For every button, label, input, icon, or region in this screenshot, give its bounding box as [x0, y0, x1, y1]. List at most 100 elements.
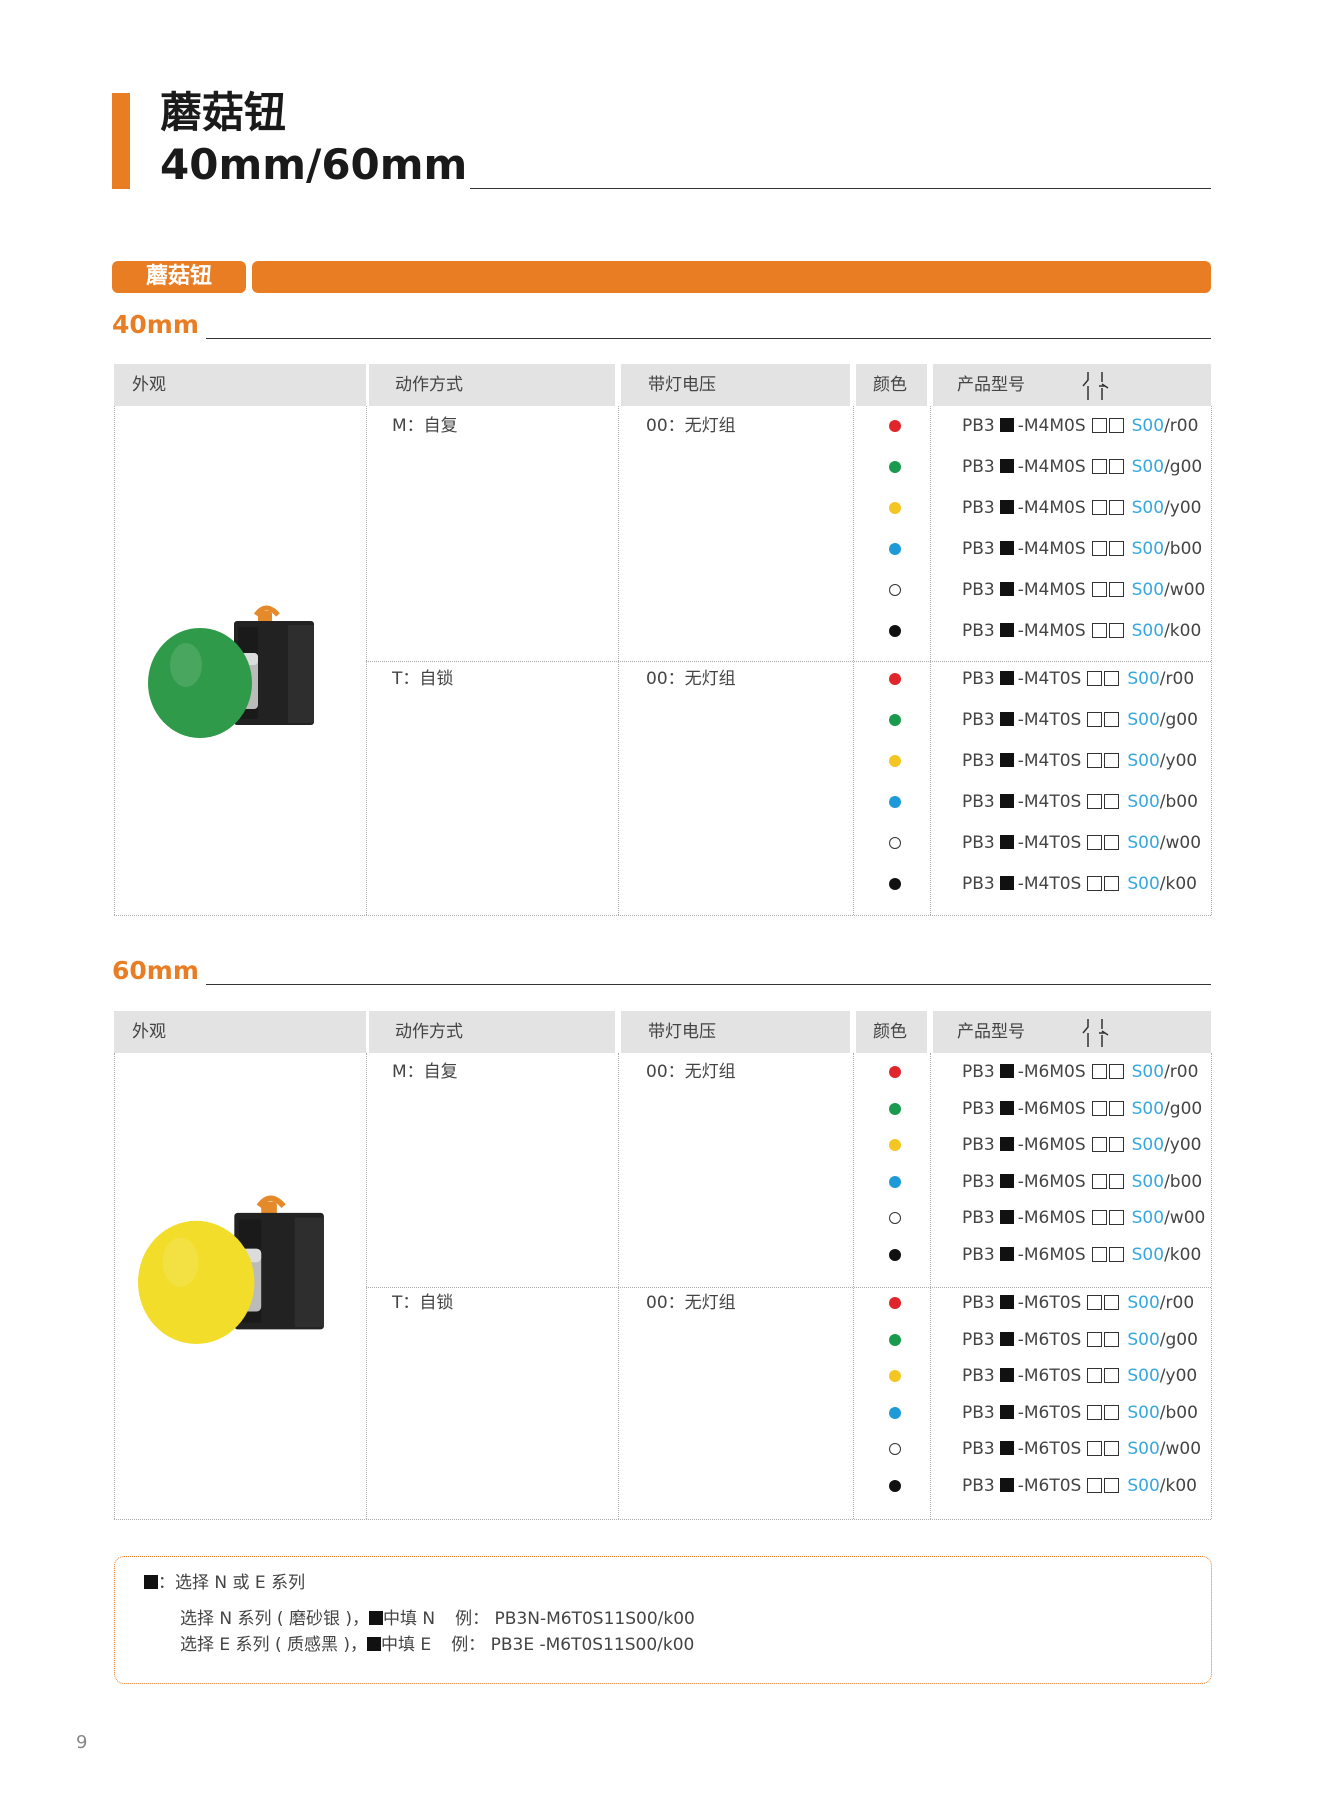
model-color-code: /w00 — [1164, 580, 1206, 600]
note-line-1: ：选择 N 或 E 系列 — [144, 1571, 305, 1595]
contact-placeholder-icon — [1087, 1331, 1103, 1347]
color-dot-yellow — [889, 502, 901, 514]
model-suffix: S00 — [1131, 1135, 1165, 1156]
contact-placeholder-icon — [1091, 541, 1107, 556]
model-prefix: PB3 — [962, 669, 995, 689]
contact-placeholder-icon — [1108, 1064, 1124, 1079]
section-banner-bar — [252, 261, 1211, 293]
contact-placeholder-icon — [1087, 876, 1103, 891]
model-prefix: PB3 — [962, 874, 995, 894]
table-header-action: 动作方式 — [369, 1011, 615, 1053]
product-model-number: PB3 -M6M0S S00/w00 — [962, 1206, 1205, 1230]
model-suffix: S00 — [1131, 498, 1165, 518]
model-color-code: /w00 — [1159, 833, 1202, 853]
page-number: 9 — [76, 1732, 88, 1753]
model-color-code: /y00 — [1164, 498, 1202, 518]
model-prefix: PB3 — [962, 1439, 995, 1460]
action-mode: T：自锁 — [392, 1293, 454, 1313]
model-color-code: /r00 — [1164, 1062, 1199, 1082]
contact-placeholder-icon — [1104, 1478, 1120, 1493]
product-model-number: PB3 -M4T0S S00/b00 — [962, 790, 1198, 814]
model-code: -M4M0S — [1017, 457, 1086, 477]
model-suffix: S00 — [1127, 1366, 1160, 1387]
action-mode: M：自复 — [392, 416, 458, 436]
product-model-number: PB3 -M6M0S S00/y00 — [962, 1133, 1202, 1157]
table-column-separator — [618, 1053, 619, 1519]
product-model-number: PB3 -M4M0S S00/w00 — [962, 578, 1205, 602]
page-title: 蘑菇钮 — [160, 88, 287, 137]
color-dot-white — [889, 584, 901, 596]
model-color-code: /b00 — [1159, 792, 1198, 812]
series-placeholder-icon — [999, 794, 1014, 808]
lamp-voltage: 00：无灯组 — [646, 416, 736, 436]
product-image — [138, 595, 338, 765]
model-color-code: /b00 — [1164, 539, 1203, 559]
series-placeholder-icon — [999, 418, 1014, 432]
model-code: -M6M0S — [1017, 1098, 1086, 1119]
table-header-appearance: 外观 — [114, 364, 366, 406]
contact-placeholder-icon — [1091, 500, 1107, 515]
size-subtitle: 40mm — [112, 310, 199, 339]
model-prefix: PB3 — [962, 1245, 995, 1265]
color-dot-black — [889, 625, 901, 637]
series-placeholder-icon — [999, 582, 1014, 596]
table-column-separator — [1211, 406, 1212, 915]
contact-placeholder-icon — [1087, 712, 1103, 727]
model-prefix: PB3 — [962, 621, 995, 641]
table-header-color: 颜色 — [856, 364, 927, 406]
model-suffix: S00 — [1131, 1245, 1165, 1265]
model-code: -M6T0S — [1017, 1293, 1082, 1313]
model-prefix: PB3 — [962, 751, 995, 771]
contact-placeholder-icon — [1087, 1295, 1103, 1310]
model-prefix: PB3 — [962, 1329, 995, 1350]
table-header-label: 产品型号 — [957, 1022, 1025, 1042]
product-model-number: PB3 -M4M0S S00/b00 — [962, 537, 1202, 561]
model-prefix: PB3 — [962, 498, 995, 518]
table-column-separator — [930, 1053, 931, 1519]
series-placeholder-icon — [999, 753, 1014, 767]
series-placeholder-icon — [999, 1100, 1014, 1115]
series-placeholder-icon — [999, 500, 1014, 514]
note-line-3: 选择 E 系列 ( 质感黑 )， 中填 E 例： PB3E -M6T0S11S00/… — [180, 1635, 695, 1655]
color-dot-black — [889, 878, 901, 890]
model-code: -M6M0S — [1017, 1171, 1086, 1192]
color-dot-black — [889, 1249, 901, 1261]
model-suffix: S00 — [1127, 792, 1160, 812]
contact-placeholder-icon — [1108, 1173, 1124, 1189]
model-suffix: S00 — [1131, 621, 1165, 641]
model-code: -M6M0S — [1017, 1062, 1086, 1082]
color-dot-red — [889, 1297, 901, 1309]
contact-placeholder-icon — [1104, 835, 1120, 850]
contact-placeholder-icon — [1108, 1247, 1124, 1262]
series-placeholder-icon — [999, 876, 1014, 890]
model-code: -M6T0S — [1017, 1439, 1082, 1460]
contact-placeholder-icon — [1108, 1100, 1124, 1116]
contact-placeholder-icon — [1108, 1137, 1124, 1153]
model-code: -M6M0S — [1017, 1208, 1086, 1229]
table-header-label: 动作方式 — [395, 375, 463, 395]
model-code: -M6T0S — [1017, 1329, 1082, 1350]
product-model-number: PB3 -M6T0S S00/r00 — [962, 1291, 1194, 1315]
series-placeholder-icon — [999, 1173, 1014, 1188]
contact-placeholder-icon — [1087, 753, 1103, 768]
contact-placeholder-icon — [1091, 459, 1107, 474]
table-column-separator — [114, 1053, 115, 1519]
product-model-number: PB3 -M4M0S S00/r00 — [962, 414, 1198, 438]
product-model-number: PB3 -M6M0S S00/r00 — [962, 1060, 1198, 1084]
table-header-model: 产品型号 — [933, 364, 1211, 406]
model-color-code: /y00 — [1159, 1366, 1198, 1387]
model-suffix: S00 — [1127, 1476, 1160, 1496]
table-header-label: 颜色 — [873, 375, 907, 395]
table-column-separator — [114, 406, 115, 915]
model-suffix: S00 — [1127, 833, 1160, 853]
model-prefix: PB3 — [962, 792, 995, 812]
series-placeholder-icon — [999, 1368, 1014, 1383]
contact-placeholder-icon — [1104, 671, 1120, 686]
table-header-color: 颜色 — [856, 1011, 927, 1053]
table-group-separator — [366, 1287, 1211, 1288]
size-subtitle-underline — [206, 984, 1211, 985]
contact-placeholder-icon — [1108, 582, 1124, 597]
contact-placeholder-icon — [1104, 1441, 1120, 1457]
model-prefix: PB3 — [962, 710, 995, 730]
contact-symbol-icon — [1082, 372, 1112, 400]
